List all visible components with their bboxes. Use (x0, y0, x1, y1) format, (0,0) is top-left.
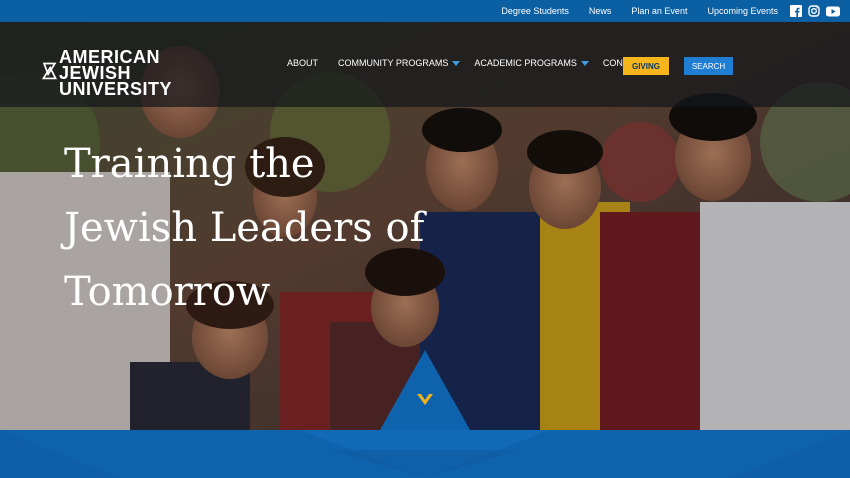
social-links (790, 5, 846, 17)
nav-academic-programs[interactable]: ACADEMIC PROGRAMS (474, 58, 589, 68)
star-pattern-decoration (0, 430, 850, 478)
next-section-band (0, 430, 850, 478)
headline-line-3: Tomorrow (64, 269, 271, 315)
logo-line-3: UNIVERSITY (58, 79, 172, 99)
instagram-icon[interactable] (808, 5, 820, 17)
scroll-down-chevron-icon[interactable] (416, 392, 434, 408)
plan-an-event-link[interactable]: Plan an Event (631, 6, 687, 16)
star-of-david-logo-icon (42, 62, 57, 80)
nav-community-programs-label: COMMUNITY PROGRAMS (338, 58, 449, 68)
headline-line-2: Jewish Leaders of (64, 205, 425, 251)
youtube-icon[interactable] (826, 5, 840, 17)
aju-logo[interactable]: AMERICAN JEWISH UNIVERSITY (42, 48, 172, 98)
nav-community-programs[interactable]: COMMUNITY PROGRAMS (338, 58, 461, 68)
giving-button[interactable]: GIVING (623, 57, 669, 75)
headline-line-1: Training the (64, 141, 315, 187)
chevron-down-icon (580, 60, 589, 66)
search-button[interactable]: SEARCH (684, 57, 733, 75)
facebook-icon[interactable] (790, 5, 802, 17)
logo-wordmark: AMERICAN JEWISH UNIVERSITY (58, 48, 172, 99)
degree-students-link[interactable]: Degree Students (501, 6, 569, 16)
chevron-down-icon (452, 60, 461, 66)
nav-about[interactable]: ABOUT (287, 58, 318, 68)
upcoming-events-link[interactable]: Upcoming Events (707, 6, 778, 16)
nav-about-label: ABOUT (287, 58, 319, 68)
main-navigation: ABOUT COMMUNITY PROGRAMS ACADEMIC PROGRA… (287, 58, 646, 68)
nav-academic-programs-label: ACADEMIC PROGRAMS (474, 58, 577, 68)
top-utility-bar: Degree Students News Plan an Event Upcom… (0, 0, 850, 22)
hero-headline: Training the Jewish Leaders of Tomorrow (64, 132, 484, 324)
news-link[interactable]: News (589, 6, 612, 16)
utility-links: Degree Students News Plan an Event Upcom… (501, 0, 850, 22)
